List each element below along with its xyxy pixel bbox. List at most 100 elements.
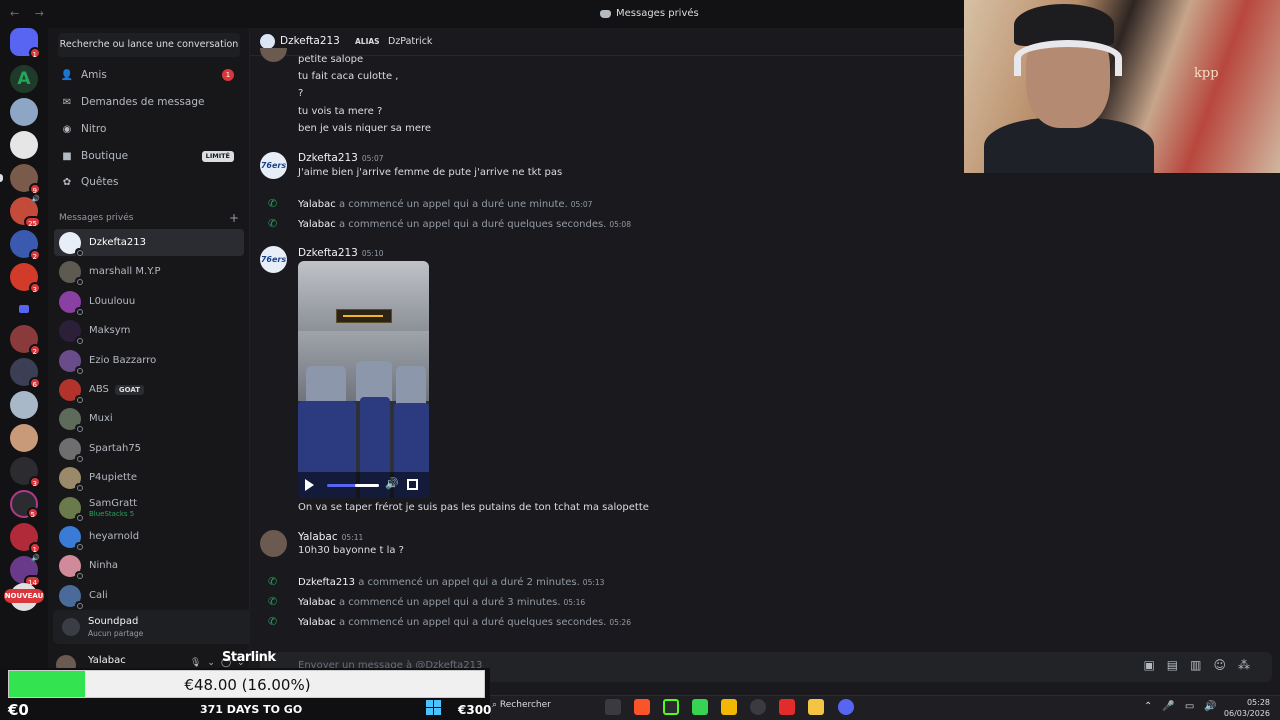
- dm-sidebar: Recherche ou lance une conversation 👤 Am…: [48, 28, 292, 675]
- dm-item[interactable]: Maksym: [54, 317, 244, 344]
- status-icon: [75, 482, 83, 491]
- call-time: 05:08: [609, 220, 631, 229]
- dm-text: Spartah75: [89, 443, 141, 454]
- message-author[interactable]: Dzkefta213 05:10: [298, 247, 384, 259]
- goal-start-amount: €0: [8, 701, 29, 719]
- server-icon[interactable]: [10, 98, 38, 126]
- avatar: [59, 378, 83, 403]
- user-name: Yalabac: [88, 655, 126, 666]
- server-icon[interactable]: 14 🔊: [10, 554, 41, 587]
- file-explorer-icon[interactable]: [808, 699, 824, 715]
- dm-item[interactable]: Dzkefta213: [54, 229, 244, 256]
- dm-item[interactable]: heyarnold: [54, 523, 244, 550]
- server-icon[interactable]: [10, 424, 38, 452]
- video-controls: 🔊: [298, 472, 429, 498]
- server-icon[interactable]: 1: [10, 523, 41, 554]
- train-display: [336, 309, 392, 323]
- dm-item[interactable]: L0uulouu: [54, 288, 244, 315]
- message-author[interactable]: Dzkefta213 05:07: [298, 152, 384, 164]
- avatar: [59, 437, 83, 462]
- windows-start-icon[interactable]: [426, 700, 441, 715]
- server-icon[interactable]: 5: [10, 490, 39, 519]
- server-icon[interactable]: [10, 391, 38, 419]
- server-icon[interactable]: A: [10, 65, 38, 93]
- dm-name: ABS: [89, 384, 109, 395]
- volume-icon[interactable]: 🔊: [385, 477, 399, 490]
- dm-item[interactable]: marshall M.Y.P: [54, 258, 244, 285]
- call-author[interactable]: Yalabac: [298, 597, 336, 608]
- server-icon[interactable]: 3: [10, 263, 41, 294]
- dm-item[interactable]: Cali: [54, 582, 244, 609]
- avatar: [260, 34, 275, 49]
- brave-icon[interactable]: [634, 699, 650, 715]
- call-author[interactable]: Yalabac: [298, 199, 336, 210]
- server-icon[interactable]: 6: [10, 358, 41, 389]
- app-icon[interactable]: [721, 699, 737, 715]
- call-author[interactable]: Yalabac: [298, 219, 336, 230]
- avatar[interactable]: 76ers: [260, 246, 287, 273]
- server-icon[interactable]: 3: [10, 457, 41, 488]
- status-icon: [75, 365, 83, 374]
- dm-item[interactable]: ABS GOAT: [54, 376, 244, 403]
- app-icon[interactable]: [692, 699, 708, 715]
- system-tray[interactable]: ⌃🎤▭🔊: [1144, 701, 1227, 712]
- history-nav[interactable]: ← →: [10, 7, 50, 20]
- video-seek-bar[interactable]: [327, 484, 379, 487]
- task-view-icon[interactable]: [605, 699, 621, 715]
- avatar[interactable]: 76ers: [260, 152, 287, 179]
- home-button[interactable]: 1: [10, 28, 41, 59]
- gift-icon[interactable]: ▣▤▥☺⁂: [1143, 658, 1262, 672]
- nav-friends[interactable]: 👤 Amis 1: [54, 63, 244, 87]
- dm-item[interactable]: P4upiette: [54, 464, 244, 491]
- phone-icon: ✆: [268, 575, 278, 588]
- nav-nitro[interactable]: ◉ Nitro: [54, 117, 244, 141]
- message-author[interactable]: Yalabac 05:11: [298, 531, 363, 543]
- folder-icon[interactable]: [10, 296, 38, 324]
- chat-header-name[interactable]: Dzkefta213: [280, 35, 340, 47]
- dm-item[interactable]: Ninha: [54, 552, 244, 579]
- dm-name: Maksym: [89, 325, 131, 336]
- kick-icon[interactable]: [663, 699, 679, 715]
- taskbar-clock[interactable]: 05:28 06/03/2026: [1222, 697, 1270, 719]
- play-icon[interactable]: [305, 479, 314, 491]
- nav-label: Demandes de message: [81, 96, 205, 108]
- author-name[interactable]: Yalabac: [298, 531, 338, 543]
- call-text: a commencé un appel qui a duré 3 minutes…: [338, 597, 561, 608]
- server-icon[interactable]: 2: [10, 325, 41, 356]
- phone-icon: ✆: [268, 197, 278, 210]
- nav-shop[interactable]: ■ Boutique LIMITÉ: [54, 144, 244, 168]
- server-icon[interactable]: [10, 131, 38, 159]
- phone-icon: ✆: [268, 217, 278, 230]
- new-dm-plus-icon[interactable]: +: [229, 211, 239, 225]
- video-attachment[interactable]: 🔊: [298, 261, 429, 498]
- message-text: J'aime bien j'arrive femme de pute j'arr…: [298, 167, 563, 178]
- message-text: On va se taper frérot je suis pas les pu…: [298, 502, 649, 513]
- limited-tag: LIMITÉ: [201, 150, 234, 162]
- dm-item[interactable]: SamGratt BlueStacks 5: [54, 494, 244, 521]
- discord-icon[interactable]: [838, 699, 854, 715]
- webcam-overlay: kpp: [964, 0, 1280, 173]
- phone-icon: ✆: [268, 615, 278, 628]
- mail-icon: ✉: [62, 96, 72, 108]
- avatar[interactable]: [260, 530, 287, 557]
- dm-item[interactable]: Ezio Bazzarro: [54, 347, 244, 374]
- call-author[interactable]: Yalabac: [298, 617, 336, 628]
- call-author[interactable]: Dzkefta213: [298, 577, 355, 588]
- avatar[interactable]: [260, 48, 287, 62]
- obs-icon[interactable]: [750, 699, 766, 715]
- server-icon[interactable]: 9: [10, 164, 41, 195]
- server-icon[interactable]: 25 🔊: [10, 195, 41, 228]
- dm-name: Spartah75: [89, 443, 142, 454]
- author-name[interactable]: Dzkefta213: [298, 152, 358, 164]
- search-conversation-button[interactable]: Recherche ou lance une conversation: [58, 33, 240, 57]
- taskbar-search[interactable]: ⌕ Rechercher: [492, 700, 551, 710]
- dm-item[interactable]: Muxi: [54, 405, 244, 432]
- nav-quests[interactable]: ✿ Quêtes: [54, 170, 244, 194]
- server-icon[interactable]: 2: [10, 230, 41, 261]
- author-name[interactable]: Dzkefta213: [298, 247, 358, 259]
- fullscreen-icon[interactable]: [407, 479, 418, 490]
- nav-message-requests[interactable]: ✉ Demandes de message: [54, 90, 244, 114]
- call-event: ✆ Dzkefta213 a commencé un appel qui a du…: [268, 575, 604, 588]
- youtube-icon[interactable]: [779, 699, 795, 715]
- dm-item[interactable]: Spartah75: [54, 435, 244, 462]
